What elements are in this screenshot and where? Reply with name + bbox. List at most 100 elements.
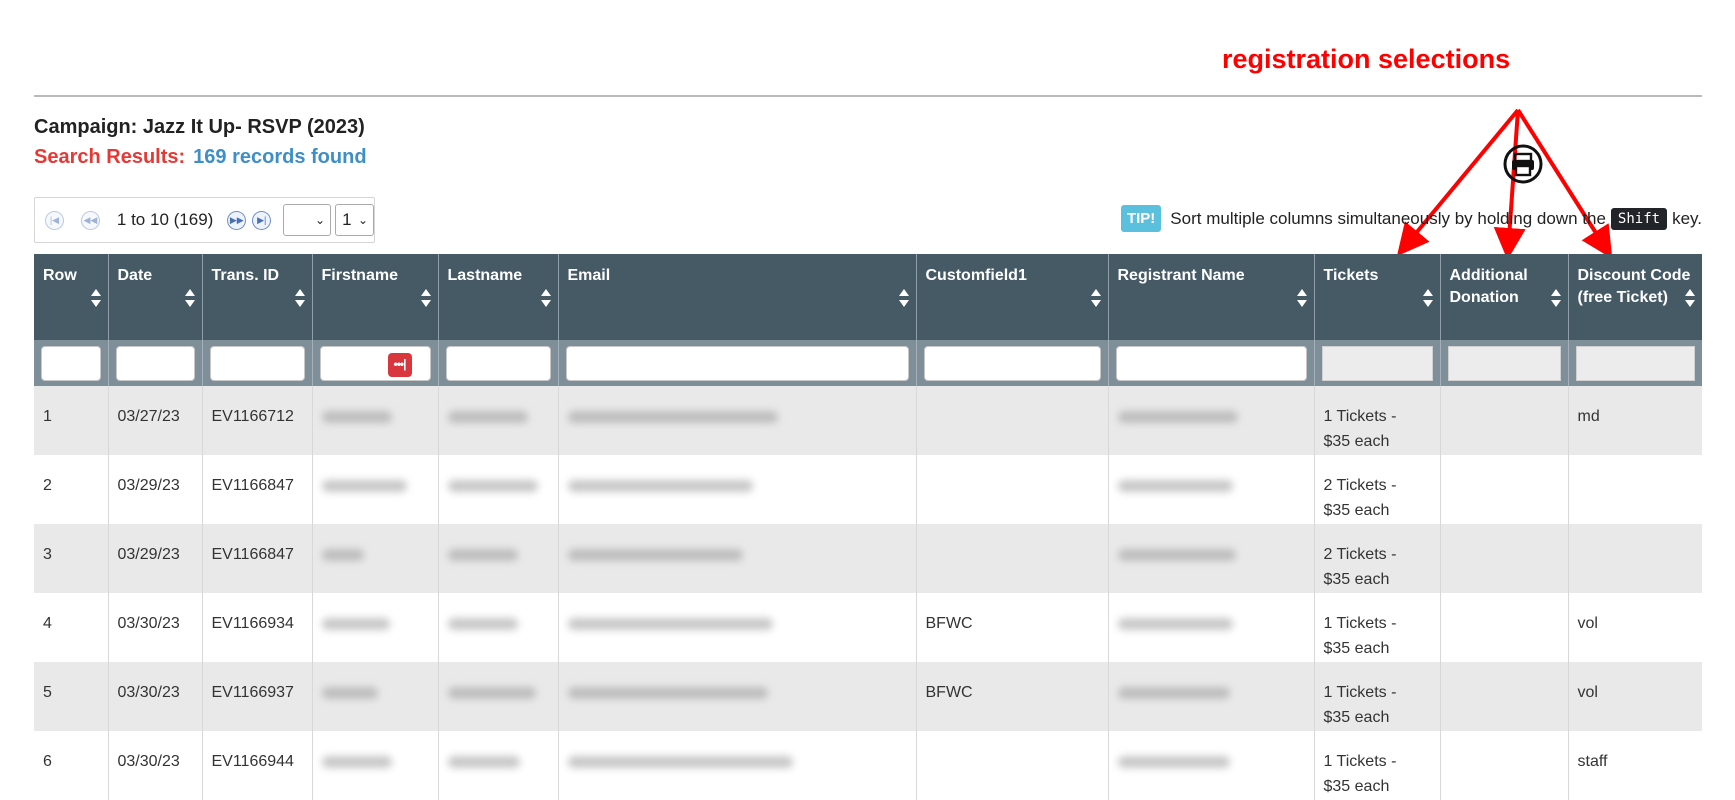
filter-email-input[interactable] (565, 345, 909, 381)
tickets-line: 2 Tickets - (1323, 546, 1397, 563)
column-header-email[interactable]: Email (558, 254, 917, 340)
page-size-select[interactable]: ⌄ (283, 204, 332, 236)
email-cell (558, 731, 917, 800)
sort-icon[interactable] (420, 289, 432, 307)
column-header-lastname[interactable]: Lastname (438, 254, 559, 340)
first-page-icon[interactable]: |◀ (45, 210, 64, 230)
donation-cell (1440, 386, 1569, 455)
registrant-name-cell (1108, 662, 1315, 731)
filter-lastname-input[interactable] (445, 345, 551, 381)
print-icon[interactable] (1502, 143, 1544, 185)
date-cell: 03/29/23 (108, 455, 203, 524)
sort-icon[interactable] (1685, 289, 1696, 307)
lastname-cell (438, 662, 559, 731)
discount-cell: vol (1568, 593, 1702, 662)
column-header-customfield1[interactable]: Customfield1 (916, 254, 1109, 340)
column-header-tickets[interactable]: Tickets (1314, 254, 1441, 340)
sort-icon[interactable] (1550, 289, 1562, 307)
tip-text-end: key. (1672, 208, 1702, 228)
trans-id-cell: EV1166937 (202, 662, 313, 731)
redacted-text (1117, 756, 1230, 768)
column-header-firstname[interactable]: Firstname (312, 254, 439, 340)
next-page-icon[interactable]: ▶▶ (227, 210, 247, 230)
row-cell: 4 (34, 593, 109, 662)
redacted-text (1117, 618, 1233, 630)
column-header-registrant-name[interactable]: Registrant Name (1108, 254, 1315, 340)
discount-cell: staff (1568, 731, 1702, 800)
email-cell (558, 524, 917, 593)
column-header-trans-id[interactable]: Trans. ID (202, 254, 313, 340)
row-cell: 2 (34, 455, 109, 524)
filter-registrant-name-input[interactable] (1115, 345, 1307, 381)
chevron-down-icon: ⌄ (357, 213, 369, 227)
table-row: 6 03/30/23 EV1166944 1 Tickets - $35 each sta… (34, 731, 1702, 800)
tickets-line: $35 each (1323, 640, 1390, 657)
firstname-cell (312, 593, 439, 662)
tickets-cell: 2 Tickets - $35 each (1314, 524, 1441, 593)
customfield1-cell (916, 386, 1109, 455)
redacted-text (321, 618, 390, 630)
tickets-line: $35 each (1323, 778, 1390, 795)
column-header-discount-code[interactable]: Discount Code (free Ticket) (1568, 254, 1702, 340)
password-manager-icon[interactable]: •••| (387, 352, 412, 377)
tickets-cell: 1 Tickets - $35 each (1314, 386, 1441, 455)
sort-icon[interactable] (898, 289, 910, 307)
redacted-text (1117, 411, 1238, 423)
filter-date-input[interactable] (115, 345, 195, 381)
tickets-line: $35 each (1323, 709, 1390, 726)
records-count: 169 records found (193, 146, 367, 168)
last-page-icon[interactable]: ▶| (252, 210, 272, 230)
redacted-text (567, 411, 778, 423)
table-row: 5 03/30/23 EV1166937 BFWC 1 Tickets - $35 eac… (34, 662, 1702, 731)
sort-icon[interactable] (294, 289, 306, 307)
sort-icon[interactable] (1296, 289, 1308, 307)
row-cell: 1 (34, 386, 109, 455)
row-cell: 5 (34, 662, 109, 731)
column-header-row[interactable]: Row (34, 254, 109, 340)
sort-icon[interactable] (1422, 289, 1434, 307)
sort-icon[interactable] (540, 289, 552, 307)
filter-discount-input (1575, 345, 1695, 381)
redacted-text (321, 480, 407, 492)
tickets-line: 1 Tickets - (1323, 615, 1397, 632)
previous-page-icon[interactable]: ◀◀ (80, 210, 100, 230)
tickets-line: 2 Tickets - (1323, 477, 1397, 494)
trans-id-cell: EV1166847 (202, 524, 313, 593)
sort-icon[interactable] (1090, 289, 1102, 307)
campaign-title: Campaign: Jazz It Up- RSVP (2023) (34, 116, 365, 138)
firstname-cell (312, 524, 439, 593)
tickets-line: $35 each (1323, 502, 1390, 519)
annotation-title: registration selections (1222, 44, 1511, 74)
redacted-text (321, 687, 378, 699)
customfield1-cell (916, 524, 1109, 593)
filter-customfield1-input[interactable] (923, 345, 1101, 381)
filter-tickets-input (1321, 345, 1433, 381)
trans-id-cell: EV1166712 (202, 386, 313, 455)
page-number-select[interactable]: 1 ⌄ (335, 204, 375, 236)
redacted-text (447, 687, 536, 699)
filter-row: •••| (34, 340, 1702, 386)
sort-icon[interactable] (90, 289, 102, 307)
redacted-text (447, 618, 518, 630)
search-results: Search Results: 169 records found (34, 146, 367, 169)
column-header-date[interactable]: Date (108, 254, 203, 340)
tickets-line: 1 Tickets - (1323, 684, 1397, 701)
table-row: 2 03/29/23 EV1166847 2 Tickets - $35 each (34, 455, 1702, 524)
filter-row-input[interactable] (41, 345, 101, 381)
filter-donation-input (1447, 345, 1561, 381)
redacted-text (567, 756, 793, 768)
tickets-cell: 1 Tickets - $35 each (1314, 593, 1441, 662)
pagination: |◀ ◀◀ 1 to 10 (169) ▶▶ ▶| ⌄ 1 ⌄ (34, 197, 375, 243)
tickets-cell: 1 Tickets - $35 each (1314, 662, 1441, 731)
redacted-text (447, 756, 520, 768)
registrant-name-cell (1108, 731, 1315, 800)
customfield1-cell: BFWC (916, 593, 1109, 662)
tickets-line: $35 each (1323, 433, 1390, 450)
filter-firstname-input[interactable]: •••| (319, 345, 431, 381)
donation-cell (1440, 731, 1569, 800)
column-header-additional-donation[interactable]: Additional Donation (1440, 254, 1569, 340)
lastname-cell (438, 386, 559, 455)
trans-id-cell: EV1166934 (202, 593, 313, 662)
filter-trans-id-input[interactable] (209, 345, 305, 381)
sort-icon[interactable] (184, 289, 196, 307)
